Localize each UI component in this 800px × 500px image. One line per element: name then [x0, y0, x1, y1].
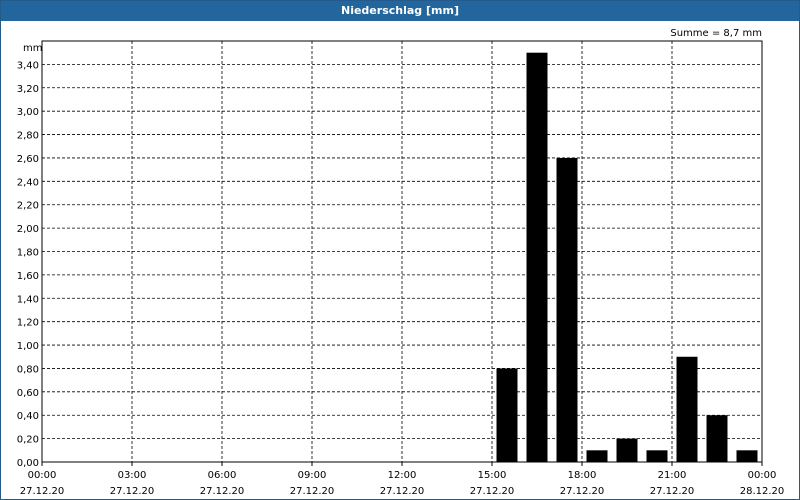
- bar: [526, 52, 548, 462]
- y-tick-label: 2,20: [17, 201, 39, 212]
- y-tick-label: 3,00: [17, 107, 39, 118]
- x-tick-time: 00:00: [28, 470, 57, 481]
- x-tick-date: 27.12.20: [110, 486, 155, 497]
- chart-title: Niederschlag [mm]: [1, 1, 799, 21]
- x-tick-date: 27.12.20: [290, 486, 335, 497]
- y-tick-label: 1,00: [17, 341, 39, 352]
- y-tick-label: 1,80: [17, 248, 39, 259]
- y-tick-label: 0,40: [17, 411, 39, 422]
- x-tick-date: 27.12.20: [650, 486, 695, 497]
- y-axis-label: mm: [23, 43, 42, 54]
- bar: [646, 450, 668, 462]
- chart-window: Niederschlag [mm] 0,00 0,20 0,40 0,60 0,80 1,…: [0, 0, 800, 500]
- bar: [496, 368, 518, 462]
- x-axis-ticks: 00:00 27.12.20 03:00 27.12.20 06:00 27.12.20 0…: [20, 462, 785, 497]
- y-tick-label: 2,40: [17, 177, 39, 188]
- x-tick-time: 03:00: [118, 470, 147, 481]
- y-tick-label: 0,00: [17, 458, 39, 469]
- x-tick-date: 27.12.20: [200, 486, 245, 497]
- chart-canvas: 0,00 0,20 0,40 0,60 0,80 1,00 1,20 1,40 1,60 1,80…: [17, 28, 785, 497]
- bar: [736, 450, 758, 462]
- x-tick-time: 09:00: [298, 470, 327, 481]
- bar: [586, 450, 608, 462]
- x-tick-date: 27.12.20: [560, 486, 605, 497]
- bar: [556, 157, 578, 462]
- bar: [706, 415, 728, 462]
- y-tick-label: 0,60: [17, 388, 39, 399]
- x-tick-date: 28.12.20: [740, 486, 785, 497]
- bar: [616, 438, 638, 462]
- grid-lines: [42, 41, 762, 462]
- x-tick-date: 27.12.20: [380, 486, 425, 497]
- y-tick-label: 0,80: [17, 364, 39, 375]
- y-tick-label: 3,20: [17, 84, 39, 95]
- bar-series: [496, 52, 758, 462]
- y-tick-label: 2,00: [17, 224, 39, 235]
- y-tick-label: 2,80: [17, 131, 39, 142]
- x-tick-date: 27.12.20: [470, 486, 515, 497]
- x-tick-date: 27.12.20: [20, 486, 65, 497]
- x-tick-time: 00:00: [748, 470, 777, 481]
- bar: [676, 356, 698, 462]
- x-tick-time: 12:00: [388, 470, 417, 481]
- x-tick-time: 06:00: [208, 470, 237, 481]
- y-tick-label: 1,20: [17, 318, 39, 329]
- y-tick-label: 1,40: [17, 294, 39, 305]
- y-axis-ticks: 0,00 0,20 0,40 0,60 0,80 1,00 1,20 1,40 1,60 1,80…: [17, 60, 39, 469]
- sum-annotation: Summe = 8,7 mm: [670, 28, 762, 39]
- y-tick-label: 3,40: [17, 60, 39, 71]
- x-tick-time: 21:00: [658, 470, 687, 481]
- x-tick-time: 18:00: [568, 470, 597, 481]
- y-tick-label: 1,60: [17, 271, 39, 282]
- x-tick-time: 15:00: [478, 470, 507, 481]
- y-tick-label: 0,20: [17, 435, 39, 446]
- y-tick-label: 2,60: [17, 154, 39, 165]
